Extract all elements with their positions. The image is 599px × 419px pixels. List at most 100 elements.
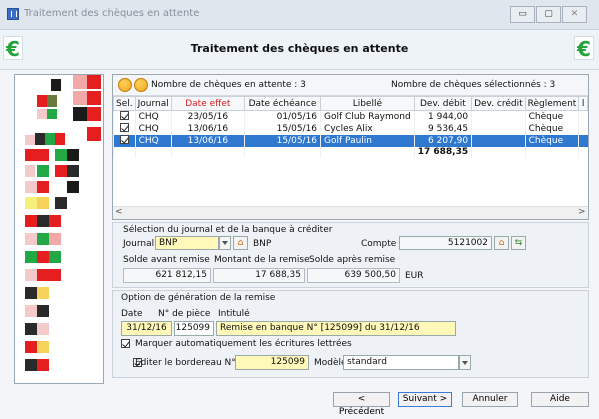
cell-date-echeance: 01/05/16 (243, 110, 321, 123)
mosaic-square (25, 181, 37, 193)
mosaic-square (55, 133, 65, 145)
column-header-extra[interactable]: l (578, 96, 588, 111)
mosaic-square (73, 75, 87, 89)
maximize-button[interactable]: ▢ (536, 6, 561, 23)
column-header-credit[interactable]: Dev. crédit (471, 96, 526, 111)
smiley-icon[interactable] (134, 78, 148, 92)
marquer-checkbox[interactable] (121, 339, 130, 348)
previous-button[interactable]: < Précédent (333, 392, 390, 417)
mosaic-square (47, 95, 57, 107)
decorative-mosaic (14, 74, 104, 384)
mosaic-square (67, 165, 79, 177)
bordereau-input[interactable]: 125099 (235, 355, 309, 370)
piece-label: N° de pièce (158, 309, 211, 319)
cell-extra (578, 123, 588, 135)
column-header-journal[interactable]: Journal (134, 96, 172, 111)
cancel-button[interactable]: Annuler (462, 392, 518, 407)
mosaic-square (25, 323, 37, 335)
next-button[interactable]: Suivant > (398, 392, 452, 407)
title-bar: Traitement des chèques en attente ▭ ▢ ✕ (0, 0, 599, 30)
mosaic-square (87, 127, 101, 141)
table-row[interactable]: CHQ 13/06/16 15/05/16 Cycles Alix 9 536,… (113, 123, 588, 135)
piece-input[interactable]: 125099 (174, 321, 214, 336)
mosaic-square (37, 109, 47, 119)
cell-libelle: Cycles Alix (320, 123, 415, 135)
cell-extra (578, 110, 588, 123)
mosaic-square (87, 107, 101, 121)
mosaic-square (55, 197, 67, 209)
mosaic-square (73, 91, 87, 105)
journal-select[interactable]: BNP (155, 236, 219, 250)
horizontal-scrollbar[interactable]: < > (113, 206, 588, 219)
column-header-date-echeance[interactable]: Date échéance (243, 96, 322, 111)
table-header-row: Sel. Journal Date effet Date échéance Li… (113, 96, 588, 111)
montant-label: Montant de la remise (214, 255, 310, 265)
column-header-sel[interactable]: Sel. (113, 96, 136, 111)
table-row[interactable]: CHQ 23/05/16 01/05/16 Golf Club Raymond … (113, 110, 588, 123)
cell-journal: CHQ (134, 123, 172, 135)
cell-reglement: Chèque (524, 123, 579, 135)
home-icon[interactable]: ⌂ (494, 236, 509, 250)
mosaic-square (37, 287, 49, 299)
smiley-icon[interactable] (118, 78, 132, 92)
mosaic-square (25, 341, 37, 353)
page-title: Traitement des chèques en attente (190, 42, 409, 55)
mosaic-square (47, 109, 57, 119)
scroll-left-icon[interactable]: < (115, 207, 123, 217)
cell-date-echeance: 15/05/16 (243, 123, 321, 135)
scroll-right-icon[interactable]: > (578, 207, 586, 217)
mosaic-square (37, 233, 49, 245)
cell-credit (471, 110, 526, 123)
mosaic-square (37, 269, 49, 281)
column-header-date-effet[interactable]: Date effet (170, 96, 245, 111)
mosaic-square (25, 287, 37, 299)
mosaic-square (25, 359, 37, 371)
date-input[interactable]: 31/12/16 (121, 321, 172, 336)
row-checkbox[interactable] (119, 135, 129, 144)
transfer-icon[interactable]: ⇆ (511, 236, 526, 250)
compte-field[interactable]: 5121002 (399, 236, 492, 250)
cell-libelle: Golf Paulin (320, 135, 415, 147)
cell-libelle: Golf Club Raymond (320, 110, 415, 123)
cell-date-effet: 13/06/16 (170, 123, 245, 135)
montant-value: 17 688,35 (213, 268, 305, 283)
chevron-down-icon[interactable] (459, 355, 471, 370)
help-button[interactable]: Aide (531, 392, 589, 407)
mosaic-square (49, 233, 61, 245)
journal-label: Journal (123, 239, 155, 249)
currency-label: EUR (405, 271, 424, 281)
minimize-button[interactable]: ▭ (510, 6, 535, 23)
modele-select[interactable]: standard (343, 355, 459, 370)
intitule-input[interactable]: Remise en banque N° [125099] du 31/12/16 (216, 321, 456, 336)
mosaic-square (25, 251, 37, 263)
selected-count: Nombre de chèques sélectionnés : 3 (391, 80, 556, 90)
mosaic-square (67, 149, 79, 161)
column-header-libelle[interactable]: Libellé (320, 96, 415, 111)
row-checkbox[interactable] (119, 123, 129, 132)
column-header-debit[interactable]: Dev. débit (413, 96, 473, 111)
total-row: 17 688,35 (113, 147, 588, 158)
mosaic-square (49, 215, 61, 227)
total-debit: 17 688,35 (413, 147, 472, 158)
home-icon[interactable]: ⌂ (233, 236, 248, 250)
table-row-selected[interactable]: CHQ 13/06/16 15/05/16 Golf Paulin 6 207,… (113, 135, 588, 147)
cell-debit: 9 536,45 (413, 123, 472, 135)
row-checkbox[interactable] (119, 111, 129, 120)
cell-date-effet: 23/05/16 (170, 110, 245, 123)
pending-count: Nombre de chèques en attente : 3 (151, 80, 306, 90)
mosaic-square (37, 305, 49, 317)
cell-date-echeance: 15/05/16 (243, 135, 321, 147)
mosaic-square (73, 107, 87, 121)
mosaic-square (37, 149, 49, 161)
app-icon (7, 8, 19, 20)
solde-avant-value: 621 812,15 (123, 268, 211, 283)
chevron-down-icon[interactable] (219, 236, 231, 250)
mosaic-square (67, 181, 79, 193)
mosaic-square (25, 135, 35, 145)
checks-grid: Nombre de chèques en attente : 3 Nombre … (112, 74, 589, 220)
bank-code: BNP (253, 239, 272, 249)
close-button[interactable]: ✕ (562, 6, 587, 23)
mosaic-square (25, 149, 37, 161)
mosaic-square (25, 197, 37, 209)
column-header-reglement[interactable]: Règlement (524, 96, 580, 111)
